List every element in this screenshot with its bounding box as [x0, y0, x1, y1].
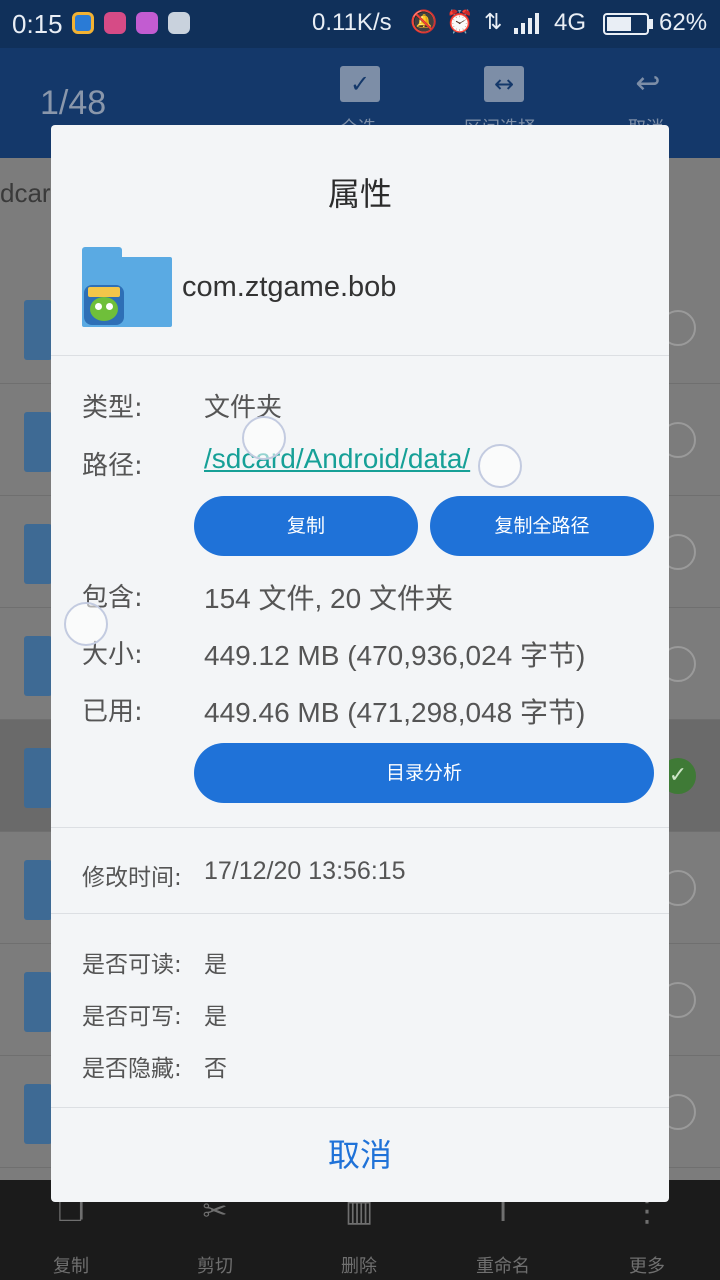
- selection-counter: 1/48: [40, 84, 107, 122]
- directory-analysis-button[interactable]: 目录分析: [194, 743, 654, 803]
- copy-full-path-button[interactable]: 复制全路径: [430, 496, 654, 556]
- app-notification-icon: [72, 12, 94, 34]
- copy-action[interactable]: ❐ 复制: [16, 1194, 126, 1278]
- battery-percent: 62%: [659, 9, 708, 36]
- app-folder-icon: [24, 636, 52, 696]
- app-badge-banner: [88, 287, 120, 297]
- app-folder-icon: [24, 300, 52, 360]
- folder-name: com.ztgame.bob: [182, 271, 397, 303]
- cancel-button[interactable]: 取消: [51, 1108, 669, 1202]
- status-time: 0:15: [12, 9, 63, 39]
- touch-indicator: [478, 444, 522, 488]
- more-action-label: 更多: [629, 1256, 665, 1277]
- network-speed: 0.11K/s: [312, 9, 392, 36]
- writable-value: 是: [204, 1004, 227, 1030]
- app-badge-face: [90, 297, 118, 321]
- app-folder-icon: [24, 860, 52, 920]
- type-label: 类型:: [82, 393, 143, 423]
- battery-cap: [649, 19, 653, 29]
- size-value: 449.12 MB (470,936,024 字节): [204, 640, 586, 671]
- copy-action-label: 复制: [53, 1256, 89, 1277]
- app-folder-icon: [24, 524, 52, 584]
- writable-label: 是否可写:: [82, 1004, 182, 1030]
- hidden-label: 是否隐藏:: [82, 1056, 182, 1082]
- touch-indicator: [242, 416, 286, 460]
- app-folder-icon: [24, 748, 52, 808]
- modified-time-label: 修改时间:: [82, 865, 182, 891]
- app-folder-icon: [24, 412, 52, 472]
- data-transfer-icon: ⇅: [484, 10, 503, 35]
- app-folder-icon: [24, 1084, 52, 1144]
- contains-value: 154 文件, 20 文件夹: [204, 583, 453, 614]
- network-type: 4G: [554, 9, 587, 36]
- delete-action[interactable]: ▥ 删除: [304, 1194, 414, 1278]
- battery-icon: [603, 13, 649, 35]
- readable-label: 是否可读:: [82, 952, 182, 978]
- delete-action-label: 删除: [341, 1256, 377, 1277]
- signal-icon: [514, 10, 546, 40]
- divider: [51, 827, 669, 828]
- properties-dialog: 属性 com.ztgame.bob 类型: 文件夹 路径: /sdcard/An…: [51, 125, 669, 1202]
- dialog-title: 属性: [327, 175, 392, 213]
- mute-icon: 🔕: [410, 10, 438, 35]
- alarm-icon: ⏰: [446, 10, 474, 35]
- range-select-icon[interactable]: ↔: [484, 66, 524, 102]
- cancel-selection-icon[interactable]: ↩: [628, 66, 668, 102]
- cut-action-label: 剪切: [197, 1256, 233, 1277]
- app-notification-icon: [104, 12, 126, 34]
- app-badge-eye: [95, 303, 102, 310]
- rename-action-label: 重命名: [476, 1256, 530, 1277]
- used-label: 已用:: [82, 697, 143, 727]
- modified-time-value: 17/12/20 13:56:15: [204, 857, 406, 885]
- used-value: 449.46 MB (471,298,048 字节): [204, 697, 586, 728]
- app-notification-icon: [136, 12, 158, 34]
- rename-action[interactable]: I 重命名: [448, 1194, 558, 1278]
- cut-action[interactable]: ✂ 剪切: [160, 1194, 270, 1278]
- path-label: 路径:: [82, 451, 143, 481]
- battery-level: [607, 17, 631, 31]
- folder-icon: [82, 247, 172, 327]
- readable-value: 是: [204, 952, 227, 978]
- app-notification-icon: [168, 12, 190, 34]
- touch-indicator: [64, 602, 108, 646]
- app-folder-icon: [24, 972, 52, 1032]
- app-badge-icon: [84, 285, 124, 325]
- app-badge-eye: [106, 303, 113, 310]
- copy-button[interactable]: 复制: [194, 496, 418, 556]
- select-all-icon[interactable]: ✓: [340, 66, 380, 102]
- more-action[interactable]: ⋮ 更多: [592, 1194, 702, 1278]
- divider: [51, 355, 669, 356]
- hidden-value: 否: [204, 1056, 227, 1082]
- status-bar: 0:15 0.11K/s 🔕 ⏰ ⇅ 4G 62%: [0, 0, 720, 48]
- divider: [51, 913, 669, 914]
